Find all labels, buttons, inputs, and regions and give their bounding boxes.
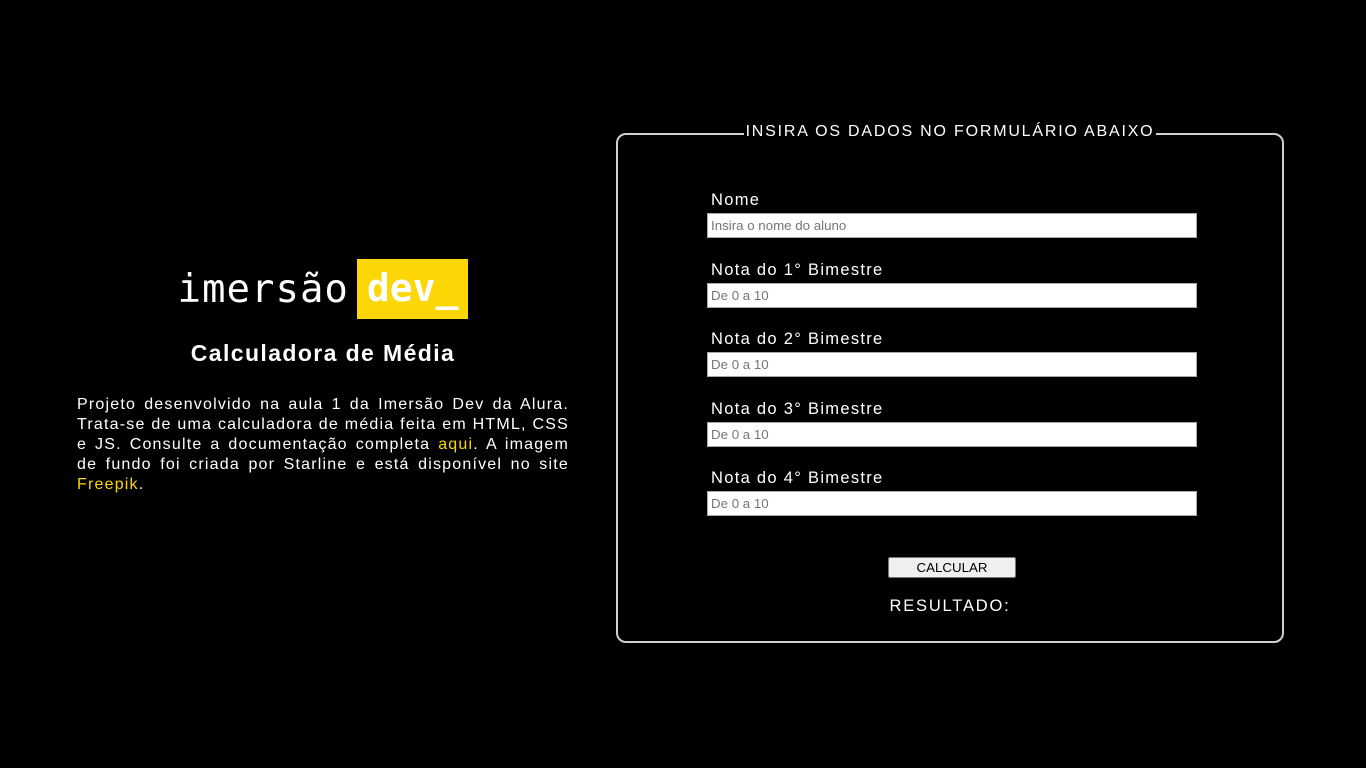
- field-nota-4: Nota do 4° Bimestre: [707, 469, 1197, 516]
- calcular-button[interactable]: CALCULAR: [888, 557, 1016, 578]
- freepik-link[interactable]: Freepik: [77, 476, 139, 493]
- field-nota-2: Nota do 2° Bimestre: [707, 330, 1197, 377]
- nota-3-label: Nota do 3° Bimestre: [711, 400, 884, 418]
- nota-1-input[interactable]: [707, 283, 1197, 308]
- nota-1-label: Nota do 1° Bimestre: [711, 261, 884, 279]
- nota-2-input[interactable]: [707, 352, 1197, 377]
- form-legend-text: INSIRA OS DADOS NO FORMULÁRIO ABAIXO: [743, 123, 1157, 140]
- page: imersão dev_ Calculadora de Média Projet…: [0, 0, 1366, 768]
- intro-section: imersão dev_ Calculadora de Média Projet…: [77, 258, 569, 495]
- nota-2-label: Nota do 2° Bimestre: [711, 330, 884, 348]
- field-nota-1: Nota do 1° Bimestre: [707, 261, 1197, 308]
- project-description: Projeto desenvolvido na aula 1 da Imersã…: [77, 395, 569, 495]
- form-legend: INSIRA OS DADOS NO FORMULÁRIO ABAIXO: [618, 123, 1282, 141]
- nota-4-input[interactable]: [707, 491, 1197, 516]
- result-label: RESULTADO:: [889, 597, 1011, 615]
- field-nome: Nome: [707, 191, 1197, 238]
- nome-label: Nome: [711, 191, 761, 209]
- logo-highlight: dev_: [356, 259, 469, 319]
- field-nota-3: Nota do 3° Bimestre: [707, 400, 1197, 447]
- imersao-dev-logo: imersão dev_: [77, 258, 569, 320]
- nota-4-label: Nota do 4° Bimestre: [711, 469, 884, 487]
- nota-3-input[interactable]: [707, 422, 1197, 447]
- logo-word: imersão: [177, 266, 349, 312]
- page-title: Calculadora de Média: [190, 340, 456, 366]
- documentation-link[interactable]: aqui: [438, 436, 473, 453]
- grade-form: INSIRA OS DADOS NO FORMULÁRIO ABAIXO Nom…: [616, 123, 1284, 643]
- nome-input[interactable]: [707, 213, 1197, 238]
- description-text-3: .: [138, 476, 145, 493]
